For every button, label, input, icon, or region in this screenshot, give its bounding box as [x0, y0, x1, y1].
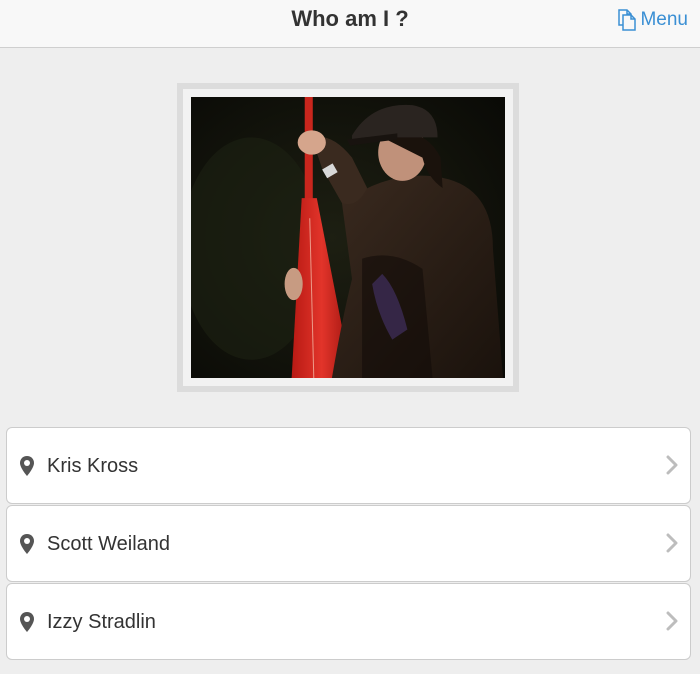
answer-option-label: Izzy Stradlin — [47, 611, 156, 633]
document-copy-icon — [618, 9, 637, 31]
photo-frame — [177, 83, 519, 392]
menu-label: Menu — [640, 9, 688, 30]
photo-mat — [183, 89, 513, 386]
answer-option-label: Kris Kross — [47, 455, 139, 477]
page-title: Who am I ? — [291, 6, 409, 31]
chevron-right-icon — [666, 533, 678, 553]
answer-option-label: Scott Weiland — [47, 533, 171, 555]
guitarist-photo — [191, 97, 505, 378]
chevron-right-icon — [666, 611, 678, 631]
map-pin-icon — [20, 612, 34, 632]
chevron-right-icon — [666, 455, 678, 475]
map-pin-icon — [20, 456, 34, 476]
answer-option-1[interactable]: Kris Kross — [6, 427, 691, 504]
header-bar: Who am I ? Menu — [0, 0, 700, 48]
menu-button[interactable]: Menu — [617, 8, 688, 32]
answer-list: Kris Kross Scott Weiland Izzy Stradlin — [6, 427, 691, 661]
map-pin-icon — [20, 534, 34, 554]
answer-option-3[interactable]: Izzy Stradlin — [6, 583, 691, 660]
answer-option-2[interactable]: Scott Weiland — [6, 505, 691, 582]
